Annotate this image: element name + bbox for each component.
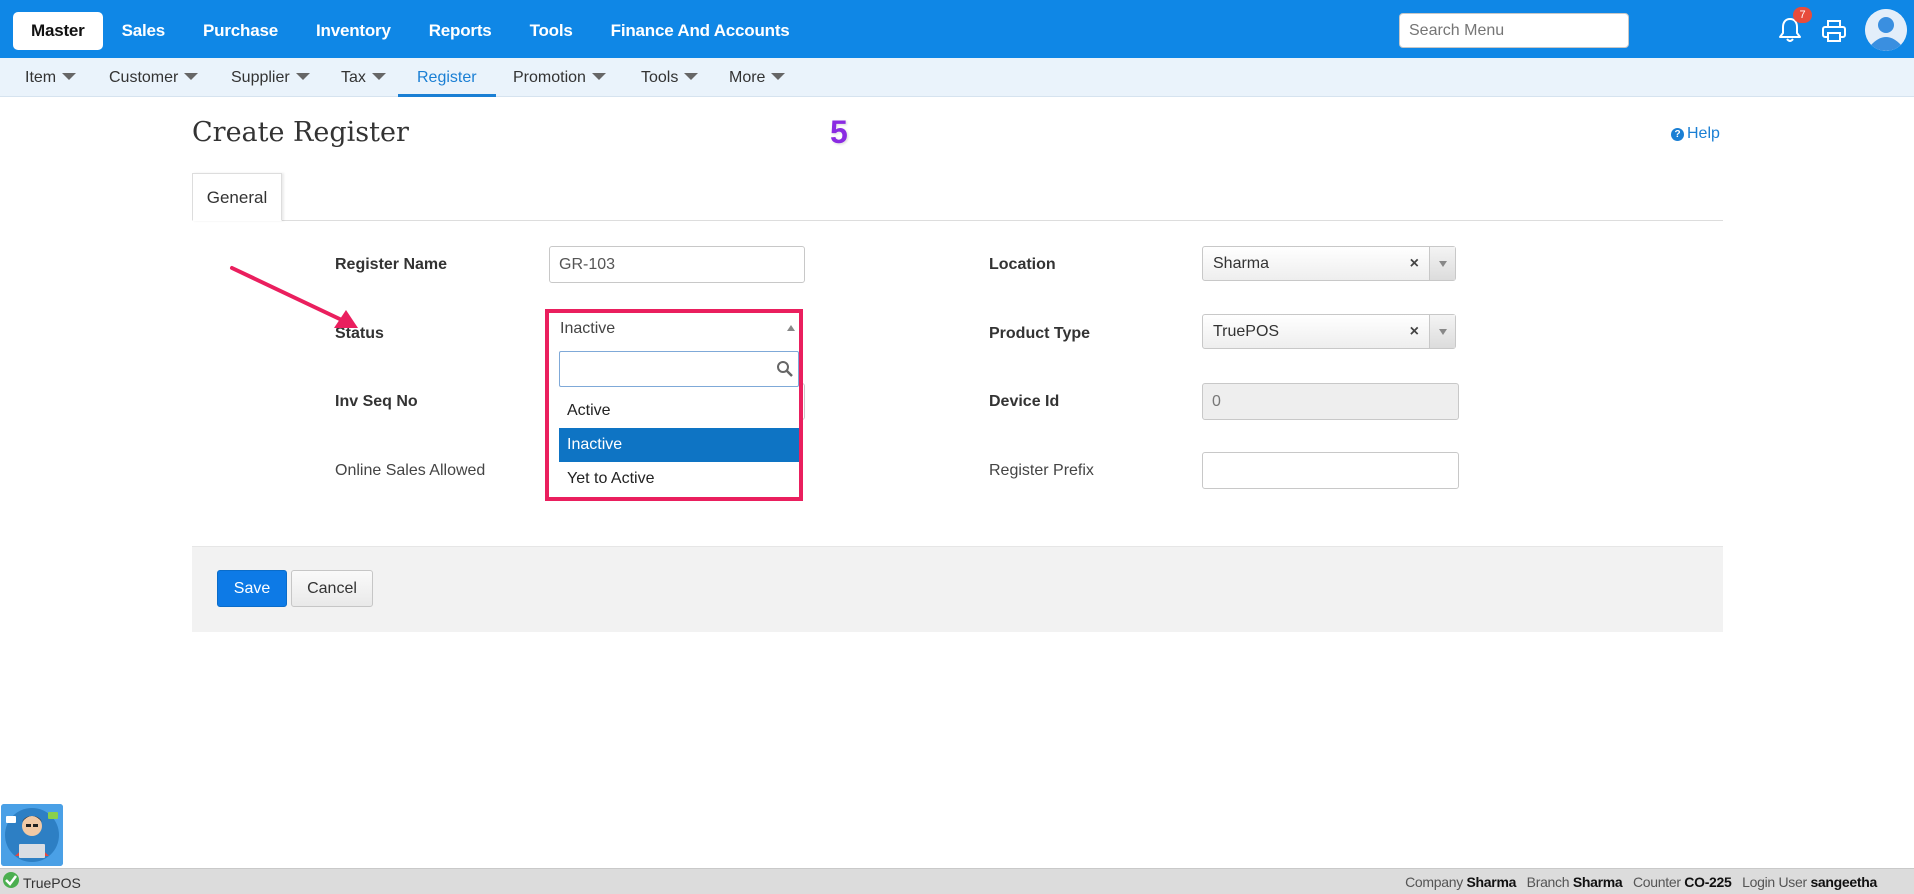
login-user-label: Login User [1742,874,1807,890]
nav-sales[interactable]: Sales [103,12,184,50]
annotation-arrow [230,266,358,328]
product-type-label: Product Type [989,325,1091,342]
subnav-customer[interactable]: Customer [109,58,199,97]
subnav-tax[interactable]: Tax [341,58,386,97]
subnav-label: Register [417,69,477,86]
register-prefix-field[interactable] [1202,452,1459,489]
subnav-label: Supplier [231,69,290,86]
status-selected-value: Inactive [560,320,616,337]
location-label: Location [989,256,1056,273]
printer-icon[interactable] [1821,19,1847,43]
product-type-value: TruePOS [1213,323,1280,340]
location-value: Sharma [1213,255,1270,272]
subnav-label: Tax [341,69,366,86]
notification-badge: 7 [1793,7,1812,23]
chevron-down-icon[interactable] [1429,247,1455,280]
company-value: Sharma [1466,874,1517,890]
support-chat-avatar[interactable] [1,804,63,866]
online-sales-allowed-label: Online Sales Allowed [335,462,486,479]
user-icon [1865,9,1907,51]
device-id-field: 0 [1202,383,1459,420]
sub-nav: Item Customer Supplier Tax Register Prom… [0,58,1914,97]
counter-value: CO-225 [1684,874,1732,890]
nav-purchase[interactable]: Purchase [184,12,297,50]
location-select[interactable]: Sharma × [1202,246,1456,281]
clear-icon[interactable]: × [1410,247,1419,280]
app-name: TruePOS [23,875,81,891]
chevron-down-icon[interactable] [1429,315,1455,348]
caret-down-icon [371,73,386,81]
subnav-register[interactable]: Register [398,58,496,97]
main-nav: Master Sales Purchase Inventory Reports … [13,12,809,50]
caret-down-icon [771,73,786,81]
save-button[interactable]: Save [217,570,287,607]
nav-tools[interactable]: Tools [511,12,592,50]
cancel-button[interactable]: Cancel [291,570,373,607]
status-select[interactable]: Inactive [559,321,797,347]
nav-finance-and-accounts[interactable]: Finance And Accounts [592,12,809,50]
check-icon [3,872,19,888]
status-search-input[interactable] [559,351,799,387]
support-agent-icon [1,804,63,866]
branch-label: Branch [1526,874,1570,890]
caret-up-icon [787,325,795,331]
product-type-select[interactable]: TruePOS × [1202,314,1456,349]
user-avatar[interactable] [1865,9,1907,51]
status-option-inactive[interactable]: Inactive [559,428,799,462]
subnav-label: More [729,69,766,86]
subnav-promotion[interactable]: Promotion [513,58,606,97]
page-title: Create Register [192,117,409,148]
caret-down-icon [184,73,199,81]
nav-reports[interactable]: Reports [410,12,511,50]
help-label: Help [1687,125,1720,142]
status-bar: TruePOS Company Sharma Branch Sharma Cou… [0,868,1914,894]
login-user-value: sangeetha [1810,874,1877,890]
status-dropdown[interactable]: Inactive Active Inactive Yet to Active [545,309,803,501]
company-label: Company [1405,874,1463,890]
question-icon: ? [1671,128,1684,141]
caret-down-icon [295,73,310,81]
caret-down-icon [62,73,77,81]
tab-divider [192,220,1723,221]
inv-seq-no-label: Inv Seq No [335,393,418,410]
step-marker: 5 [830,114,848,150]
caret-down-icon [591,73,606,81]
clear-icon[interactable]: × [1410,315,1419,348]
subnav-label: Item [25,69,57,86]
search-icon [777,361,793,377]
subnav-label: Customer [109,69,179,86]
action-bar [192,546,1723,632]
branch-value: Sharma [1572,874,1623,890]
subnav-item[interactable]: Item [25,58,77,97]
help-link[interactable]: ? Help [1671,125,1720,143]
subnav-supplier[interactable]: Supplier [231,58,310,97]
device-id-label: Device Id [989,393,1060,410]
register-prefix-label: Register Prefix [989,462,1094,479]
subnav-more[interactable]: More [729,58,786,97]
status-option-active[interactable]: Active [559,394,799,428]
subnav-label: Tools [641,69,679,86]
subnav-tools[interactable]: Tools [641,58,699,97]
subnav-label: Promotion [513,69,586,86]
search-menu-input[interactable] [1399,13,1629,48]
register-name-field[interactable]: GR-103 [549,246,805,283]
counter-label: Counter [1632,874,1681,890]
caret-down-icon [684,73,699,81]
tab-general[interactable]: General [192,173,282,221]
session-info: Company Sharma Branch Sharma Counter CO-… [1405,874,1884,890]
nav-master[interactable]: Master [13,12,103,50]
status-option-yet-to-active[interactable]: Yet to Active [559,462,799,496]
nav-inventory[interactable]: Inventory [297,12,410,50]
